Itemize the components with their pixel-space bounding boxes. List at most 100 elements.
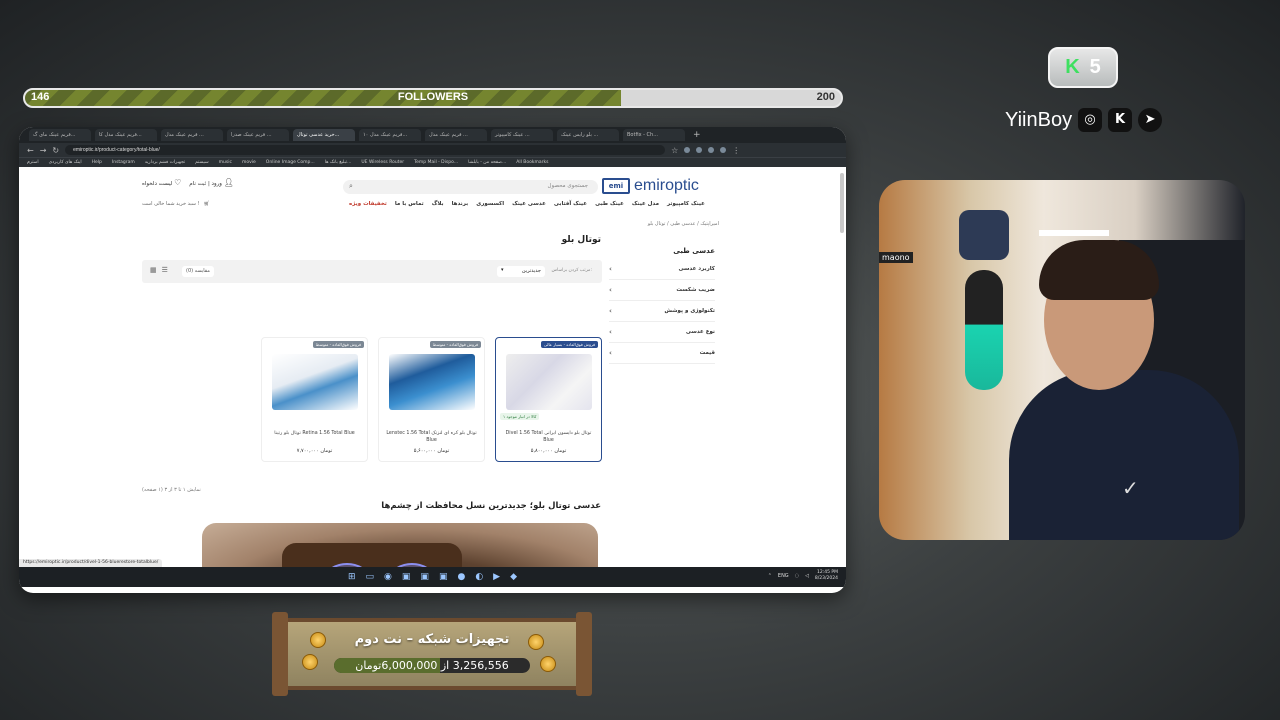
back-icon[interactable]: ← — [27, 146, 34, 155]
bookmark-item[interactable]: music — [219, 160, 232, 165]
volume-icon[interactable]: ◁ — [805, 573, 809, 579]
filter-facet[interactable]: ‹ نوع عدسی — [609, 322, 715, 343]
extension-icon[interactable] — [708, 147, 715, 153]
browser-tab[interactable]: فریم عینک مدل ... — [161, 129, 223, 141]
bookmark-item[interactable]: Help — [92, 160, 102, 165]
product-name[interactable]: Retina 1.56 Total Blue توتال بلو رتینا — [266, 430, 363, 437]
goal-post-left — [272, 612, 288, 696]
chevron-down-icon: ▾ — [501, 267, 504, 273]
product-badge: فروش فوق‌العاده - متوسط — [429, 341, 481, 348]
bookmark-item[interactable]: Temp Mail - Dispo... — [414, 160, 458, 165]
extension-icon[interactable] — [684, 147, 691, 153]
cart-summary[interactable]: سبد خرید شما خالی است ! 🛒︎ — [142, 201, 210, 207]
nav-item[interactable]: اکسسوری — [476, 201, 504, 207]
browser-tab[interactable]: بلو رایس عینک ... — [557, 129, 619, 141]
browser-tab[interactable]: فریم عینک مای گ... — [29, 129, 91, 141]
bookmark-item[interactable]: تبلیغ بانک ها... — [325, 160, 352, 165]
grid-view-icon[interactable]: ▦ — [150, 266, 157, 274]
extension-icon[interactable] — [696, 147, 703, 153]
product-card[interactable]: فروش فوق‌العاده - متوسط Retina 1.56 Total… — [261, 337, 368, 462]
nav-item[interactable]: عینک آفتابی — [554, 201, 587, 207]
chrome-icon[interactable]: ◉ — [384, 572, 392, 582]
app-icon[interactable]: ◐ — [475, 572, 483, 582]
stock-status: ۱ کالا در انبار موجود — [500, 413, 540, 420]
wishlist-link[interactable]: لیست دلخواه ♡ — [142, 178, 181, 187]
bookmark-item[interactable]: تجهیزات فشم بردارید — [145, 160, 185, 165]
bookmark-item[interactable]: movie — [242, 160, 256, 165]
compare-button[interactable]: مقایسه (0) — [182, 266, 214, 277]
bookmark-item[interactable]: اینک های کاربردی — [49, 160, 82, 165]
bookmark-item[interactable]: All Bookmarks — [516, 160, 548, 165]
language-indicator[interactable]: ENG — [778, 573, 789, 579]
product-image[interactable] — [389, 354, 475, 410]
user-icon: 👤︎ — [223, 178, 234, 187]
login-link[interactable]: ورود | ثبت نام 👤︎ — [189, 178, 234, 187]
photoshop-icon[interactable]: ▣ — [420, 572, 429, 582]
nav-item[interactable]: تخفیفات ویژه — [349, 201, 387, 207]
app-icon[interactable]: ● — [457, 572, 465, 582]
browser-tab[interactable]: فریم عینک مدل کا... — [95, 129, 157, 141]
browser-tab[interactable]: خرید عدسی توتال... — [293, 129, 355, 141]
nav-item[interactable]: برندها — [452, 201, 469, 207]
bookmark-item[interactable]: UE Wireless Router — [361, 160, 404, 165]
filter-facet[interactable]: ‹ قیمت — [609, 343, 715, 364]
followers-goal: 200 — [816, 91, 835, 103]
product-card[interactable]: فروش فوق‌العاده - متوسط توتال بلو کره ای … — [378, 337, 485, 462]
filter-facet[interactable]: ‹ ضریب شکست — [609, 280, 715, 301]
filter-facet[interactable]: ‹ تکنولوژی و پوشش — [609, 301, 715, 322]
filter-facet[interactable]: ‹ کاربرد عدسی — [609, 259, 715, 280]
product-card[interactable]: فروش فوق‌العاده - بسیار عالی ۱ کالا در ان… — [495, 337, 602, 462]
browser-tab[interactable]: فریم عینک مدل ... — [425, 129, 487, 141]
product-grid: فروش فوق‌العاده - متوسط Retina 1.56 Total… — [261, 337, 602, 462]
nav-item[interactable]: مدل عینک — [632, 201, 659, 207]
chevron-up-icon[interactable]: ⌃ — [768, 573, 772, 579]
nav-item[interactable]: بلاگ — [432, 201, 444, 207]
nav-item[interactable]: عینک طبی — [595, 201, 624, 207]
premiere-icon[interactable]: ▣ — [439, 572, 448, 582]
nike-logo-icon: ✓ — [1122, 476, 1139, 500]
network-icon[interactable]: ◌ — [795, 573, 799, 579]
browser-tab[interactable]: فریم عینک مدل ۱۰... — [359, 129, 421, 141]
nav-item[interactable]: عدسی عینک — [512, 201, 546, 207]
browser-tab[interactable]: Botfix - Ch... — [623, 129, 685, 141]
new-tab-icon[interactable]: + — [693, 130, 701, 140]
address-bar[interactable]: emiroptic.ir/product-category/total-blue… — [65, 145, 666, 155]
coin-icon — [302, 654, 318, 670]
site-logo[interactable]: emi emiroptic — [602, 177, 699, 195]
app-icon[interactable]: ▶ — [493, 572, 500, 582]
product-name[interactable]: توتال بلو دایسون ایرانی Divel 1.56 Total… — [500, 430, 597, 444]
bookmark-star-icon[interactable]: ☆ — [671, 146, 678, 155]
bookmark-item[interactable]: استرم — [27, 160, 39, 165]
scrollbar[interactable] — [840, 173, 844, 233]
search-icon[interactable]: ⌕ — [349, 182, 353, 191]
bookmark-item[interactable]: سیستم — [195, 160, 209, 165]
profile-icon[interactable] — [720, 147, 727, 153]
word-icon[interactable]: ▣ — [402, 572, 411, 582]
browser-tab[interactable]: عینک کامپیوتر ... — [491, 129, 553, 141]
followers-goal-bar: 146 FOLLOWERS 200 — [23, 88, 843, 108]
start-icon[interactable]: ⊞ — [348, 572, 356, 582]
sort-select[interactable]: ▾ جدیدترین — [497, 266, 545, 277]
product-image[interactable] — [272, 354, 358, 410]
clock[interactable]: 12:45 PM 8/23/2024 — [815, 570, 838, 582]
goal-progress-bar: 3,256,556 از 6,000,000تومان — [334, 658, 530, 673]
bookmarks-bar: استرم اینک های کاربردی Help Instagram تجهیزا… — [19, 157, 846, 167]
browser-tab[interactable]: فریم عینک صدرا ... — [227, 129, 289, 141]
menu-dots-icon[interactable]: ⋮ — [732, 146, 740, 155]
browser-window: فریم عینک مای گ... فریم عینک مدل کا... فری… — [19, 127, 846, 593]
microphone-shape — [965, 270, 1003, 390]
filter-facet-label: قیمت — [699, 350, 715, 356]
product-name[interactable]: توتال بلو کره ای لنزتک Lenstec 1.56 Tota… — [383, 430, 480, 444]
reload-icon[interactable]: ↻ — [52, 146, 59, 155]
product-image[interactable] — [506, 354, 592, 410]
forward-icon[interactable]: → — [40, 146, 47, 155]
product-search-input[interactable]: ⌕ جستجوی محصول — [343, 180, 598, 194]
list-view-icon[interactable]: ☰ — [162, 266, 168, 274]
nav-item[interactable]: عینک کامپیوتر — [667, 201, 705, 207]
bookmark-item[interactable]: Instagram — [112, 160, 135, 165]
file-explorer-icon[interactable]: ▭ — [366, 572, 375, 582]
nav-item[interactable]: تماس با ما — [395, 201, 424, 207]
bookmark-item[interactable]: صفحه من - بابلشا... — [468, 160, 506, 165]
bookmark-item[interactable]: Online Image Comp... — [266, 160, 315, 165]
steam-icon[interactable]: ◆ — [510, 572, 517, 582]
